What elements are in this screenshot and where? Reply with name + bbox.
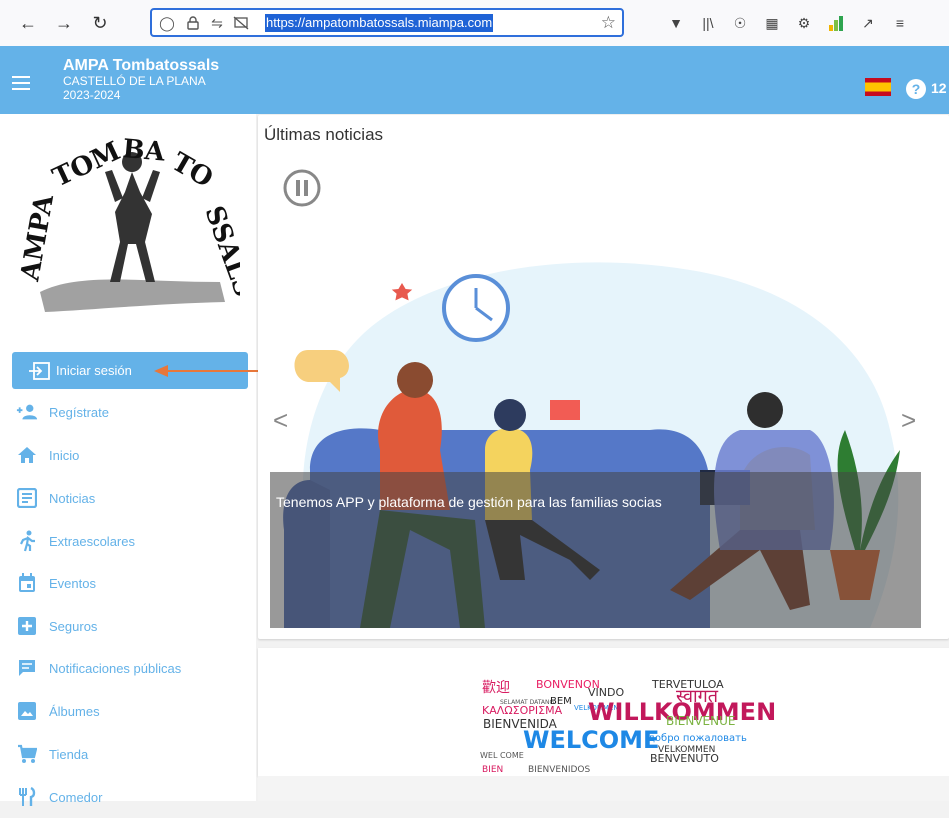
hamburger-menu-icon[interactable] xyxy=(12,76,30,90)
message-icon xyxy=(16,657,38,679)
home-icon xyxy=(16,444,38,466)
carousel-prev-button[interactable]: < xyxy=(273,405,288,436)
cloud-word: VELKOMMEN xyxy=(658,745,715,755)
sidebar-item-registrate[interactable]: Regístrate xyxy=(0,391,256,433)
sidebar-item-label: Inicio xyxy=(49,447,80,463)
url-text[interactable]: https://ampatombatossals.miampa.com xyxy=(265,14,494,32)
login-label: Iniciar sesión xyxy=(56,363,132,378)
person-add-icon xyxy=(16,401,38,423)
sidebar-item-tienda[interactable]: Tienda xyxy=(0,733,256,775)
sidebar-item-label: Tienda xyxy=(49,746,89,762)
page-title: Últimas noticias xyxy=(264,125,384,144)
sidebar-item-label: Eventos xyxy=(49,575,96,591)
share-icon[interactable]: ↗ xyxy=(858,13,878,33)
sidebar-item-label: Notificaciones públicas xyxy=(49,660,182,676)
pause-icon[interactable] xyxy=(282,168,322,208)
welcome-word-cloud[interactable]: 歡迎 BONVENON VINDO TERVETULOA SELAMAT DAT… xyxy=(258,648,949,776)
app-header: AMPA Tombatossals CASTELLÓ DE LA PLANA 2… xyxy=(0,46,949,114)
sidebar-item-label: Comedor xyxy=(49,789,103,805)
org-name: AMPA Tombatossals xyxy=(63,57,220,74)
sidebar-item-inicio[interactable]: Inicio xyxy=(0,434,256,476)
cutlery-icon xyxy=(16,786,38,808)
ampa-logo: TOM BA TO SSALS AMPA xyxy=(20,134,240,312)
cloud-word: WELCOME xyxy=(523,726,659,754)
sidebar-item-label: Noticias xyxy=(49,490,96,506)
bottom-strip xyxy=(258,776,949,801)
cloud-word: BIENVENUE xyxy=(666,714,735,728)
svg-text:TO: TO xyxy=(167,147,218,194)
back-arrow-icon[interactable]: ← xyxy=(16,11,40,35)
bookmark-star-icon[interactable]: ☆ xyxy=(601,13,616,33)
cloud-word: BIEN xyxy=(482,765,503,775)
welcome-card: 歡迎 BONVENON VINDO TERVETULOA SELAMAT DAT… xyxy=(258,648,949,776)
spain-flag-icon[interactable] xyxy=(865,78,891,96)
sidebar-item-label: Seguros xyxy=(49,618,98,634)
sidebar-item-seguros[interactable]: Seguros xyxy=(0,605,256,647)
cloud-word: добро пожаловать xyxy=(648,733,747,744)
org-year: 2023-2024 xyxy=(63,88,121,102)
menu-icon[interactable]: ≡ xyxy=(890,13,910,33)
cloud-word: WEL COME xyxy=(480,751,524,760)
cloud-word: BIENVENIDOS xyxy=(528,765,590,775)
no-camera-icon[interactable] xyxy=(232,14,250,32)
shield-icon[interactable]: ◯ xyxy=(158,14,176,32)
sidebar-item-noticias[interactable]: Noticias xyxy=(0,477,256,519)
address-bar[interactable]: ◯ ⇋ https://ampatombatossals.miampa.com … xyxy=(150,8,624,37)
org-city: CASTELLÓ DE LA PLANA xyxy=(63,74,206,88)
sidebar-item-comedor[interactable]: Comedor xyxy=(0,776,256,818)
calendar-icon xyxy=(16,572,38,594)
account-icon[interactable]: ☉ xyxy=(730,13,750,33)
help-count: 12 xyxy=(931,80,947,96)
photo-icon xyxy=(16,700,38,722)
sidebar-item-albumes[interactable]: Álbumes xyxy=(0,690,256,732)
slide-caption[interactable]: Tenemos APP y plataforma de gestión para… xyxy=(276,494,662,510)
help-icon[interactable]: ? xyxy=(906,79,926,99)
grid-icon[interactable]: ▦ xyxy=(762,13,782,33)
sidebar-item-label: Regístrate xyxy=(49,404,109,420)
pocket-icon[interactable]: ▼ xyxy=(666,13,686,33)
reload-icon[interactable]: ↻ xyxy=(88,11,112,35)
stats-icon[interactable] xyxy=(826,13,846,33)
cloud-word: 歡迎 xyxy=(482,680,510,696)
browser-toolbar: ← → ↻ ◯ ⇋ https://ampatombatossals.miamp… xyxy=(0,0,949,47)
news-icon xyxy=(16,487,38,509)
permissions-icon[interactable]: ⇋ xyxy=(208,14,226,32)
cloud-word: ΚΑΛΩΣΟΡΙΣΜΑ xyxy=(482,704,563,717)
extension-gear-icon[interactable]: ⚙ xyxy=(794,13,814,33)
library-icon[interactable]: ||\ xyxy=(698,13,718,33)
login-icon xyxy=(29,361,50,380)
running-icon xyxy=(16,530,38,552)
svg-text:AMPA: AMPA xyxy=(20,192,60,284)
sidebar-item-label: Extraescolares xyxy=(49,533,135,549)
sidebar-item-extraescolares[interactable]: Extraescolares xyxy=(0,520,256,562)
sidebar-item-notificaciones[interactable]: Notificaciones públicas xyxy=(0,647,256,689)
forward-arrow-icon[interactable]: → xyxy=(52,11,76,35)
plus-box-icon xyxy=(16,615,38,637)
svg-text:BA: BA xyxy=(121,134,166,168)
carousel-next-button[interactable]: > xyxy=(901,405,916,436)
lock-icon[interactable] xyxy=(184,14,202,32)
cart-icon xyxy=(16,743,38,765)
sidebar-item-label: Álbumes xyxy=(49,703,100,719)
sidebar: TOM BA TO SSALS AMPA Iniciar sesión Regí… xyxy=(0,114,256,806)
sidebar-item-eventos[interactable]: Eventos xyxy=(0,562,256,604)
